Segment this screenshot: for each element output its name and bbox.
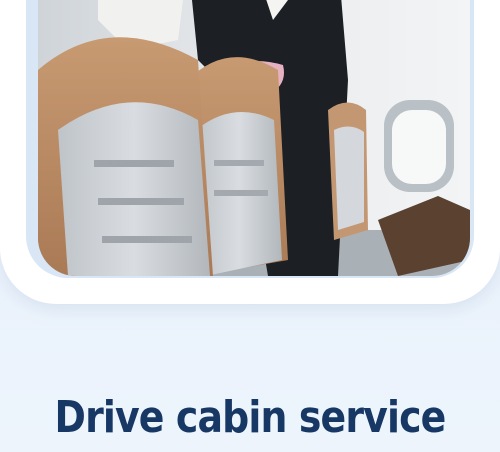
feature-card — [0, 0, 500, 304]
cabin-service-photo — [38, 0, 470, 276]
feature-title: Drive cabin service — [54, 392, 447, 443]
